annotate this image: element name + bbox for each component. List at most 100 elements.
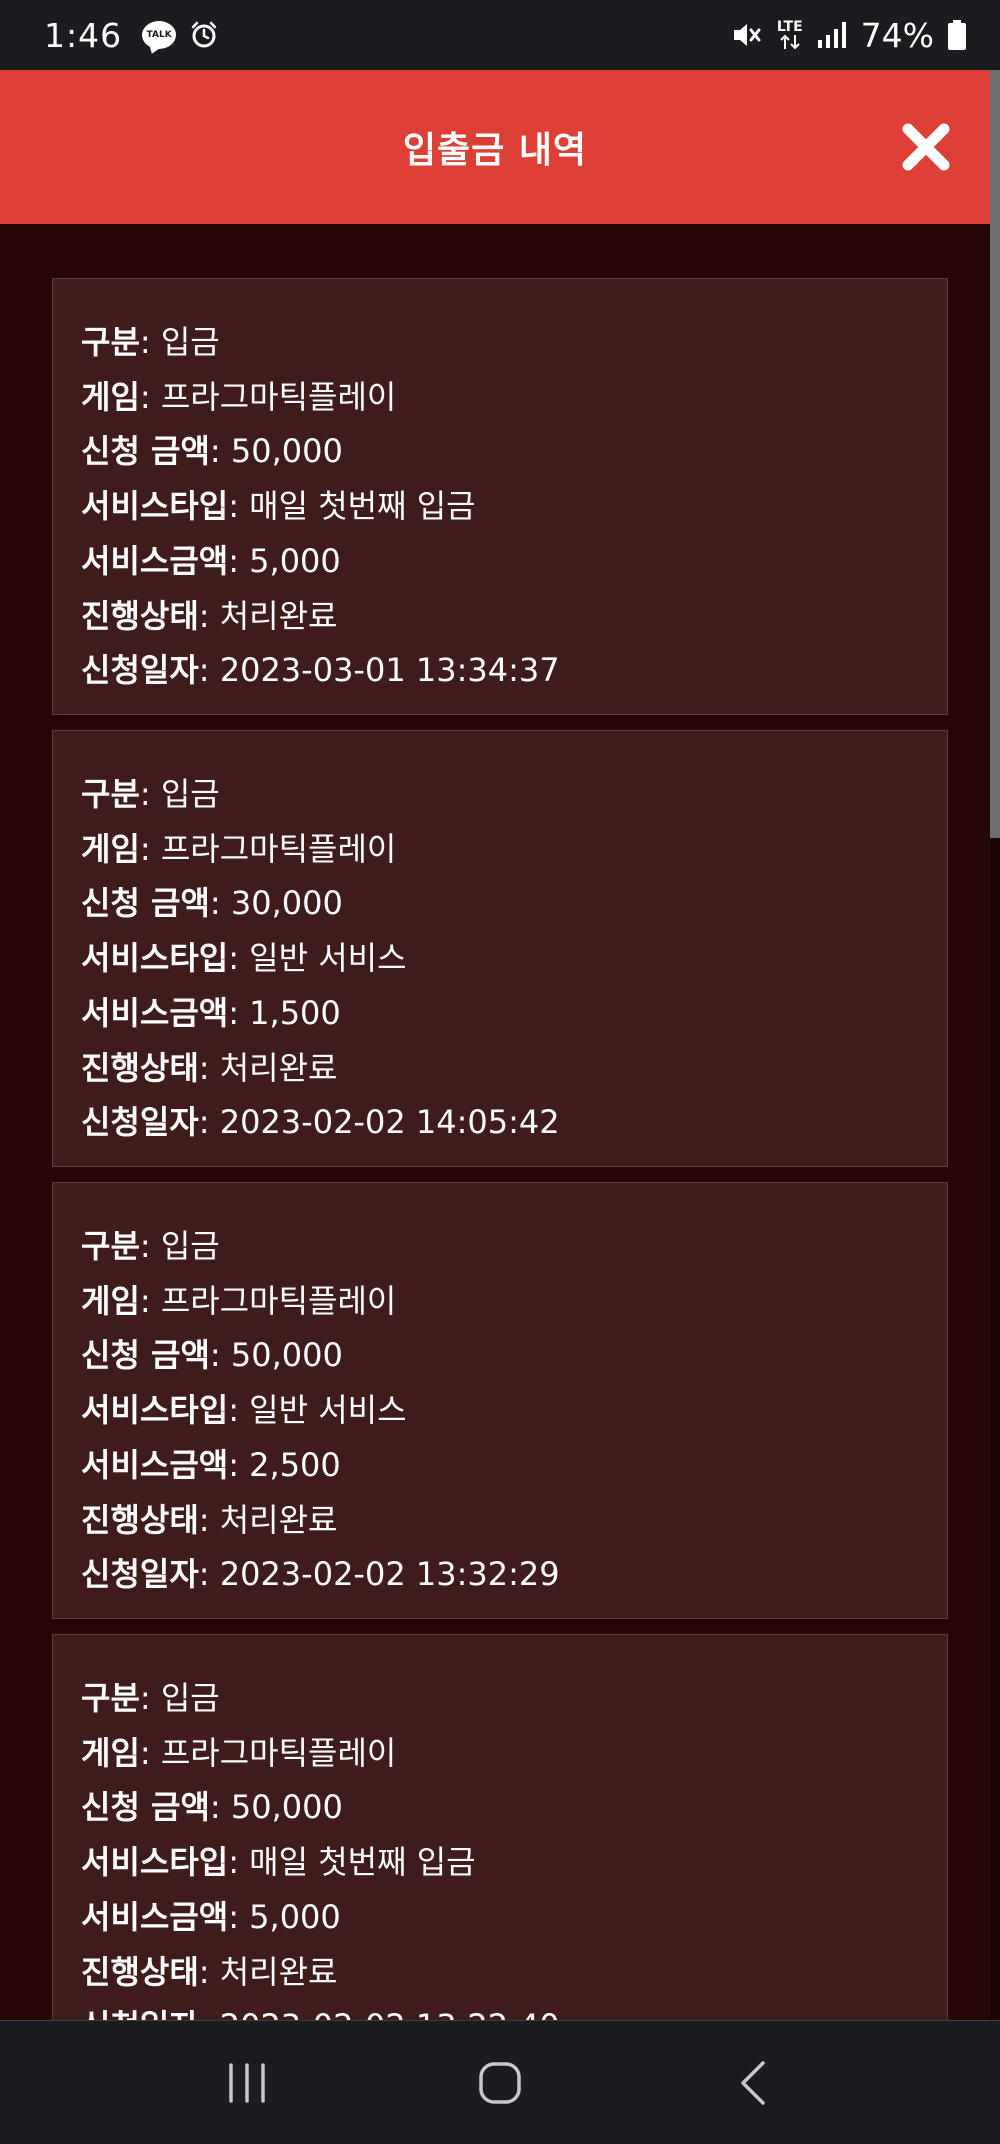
field-game: 게임: 프라그마틱플레이: [81, 1733, 397, 1772]
field-value: 50,000: [230, 1788, 343, 1827]
field-label: 신청 금액: [81, 432, 210, 471]
field-label: 신청 금액: [81, 1788, 210, 1827]
field-label: 신청일자: [81, 1555, 199, 1594]
field-value: 처리완료: [219, 1952, 338, 1991]
recent-apps-button[interactable]: [217, 2053, 277, 2113]
field-label: 게임: [81, 829, 140, 868]
field-label: 게임: [81, 1281, 140, 1320]
field-label: 서비스타입: [81, 1391, 229, 1430]
field-value: 2023-03-01 13:34:37: [219, 651, 560, 690]
field-value: 50,000: [230, 432, 343, 471]
field-date: 신청일자: 2023-02-02 13:32:29: [81, 1555, 560, 1594]
field-status: 진행상태: 처리완료: [81, 596, 338, 635]
field-label: 서비스타입: [81, 1843, 229, 1882]
mute-icon: [733, 24, 761, 46]
field-label: 진행상태: [81, 1048, 199, 1087]
field-value: 입금: [160, 1679, 220, 1717]
navigation-bar: [0, 2020, 1000, 2144]
field-type: 구분: 입금: [81, 1679, 220, 1717]
field-label: 진행상태: [81, 596, 199, 635]
field-value: 처리완료: [219, 1048, 338, 1087]
kakaotalk-notification-icon: TALK: [142, 21, 177, 49]
field-amount: 신청 금액: 50,000: [81, 1336, 343, 1375]
field-label: 구분: [81, 323, 140, 361]
field-value: 프라그마틱플레이: [160, 1281, 397, 1320]
field-value: 1,500: [249, 993, 341, 1032]
field-status: 진행상태: 처리완료: [81, 1500, 338, 1539]
field-amount: 신청 금액: 50,000: [81, 1788, 343, 1827]
field-label: 서비스금액: [81, 993, 229, 1032]
home-button[interactable]: [470, 2053, 530, 2113]
field-value: 2,500: [249, 1445, 341, 1484]
screen: 1:46 TALK LTE 74% 입출금 내역 구분: 입금 게임: 프라그마…: [0, 0, 1000, 2144]
field-label: 구분: [81, 1679, 140, 1717]
field-amount: 신청 금액: 50,000: [81, 432, 343, 471]
field-date: 신청일자: 2023-03-01 13:34:37: [81, 651, 560, 690]
field-amount: 신청 금액: 30,000: [81, 884, 343, 923]
app-header: 입출금 내역: [0, 70, 990, 224]
status-bar: 1:46 TALK LTE 74%: [0, 0, 1000, 70]
field-label: 신청일자: [81, 651, 199, 690]
scrollbar-thumb[interactable]: [990, 70, 1000, 838]
close-icon[interactable]: [898, 119, 954, 175]
field-label: 게임: [81, 377, 140, 416]
field-label: 구분: [81, 1227, 140, 1265]
field-value: 일반 서비스: [249, 1391, 407, 1430]
field-service-amount: 서비스금액: 5,000: [81, 541, 341, 580]
transaction-card: 구분: 입금 게임: 프라그마틱플레이 신청 금액: 30,000 서비스타입:…: [52, 730, 948, 1167]
field-type: 구분: 입금: [81, 775, 220, 813]
battery-percentage: 74%: [860, 15, 934, 55]
field-label: 신청일자: [81, 1103, 199, 1142]
field-label: 서비스금액: [81, 541, 229, 580]
field-value: 프라그마틱플레이: [160, 377, 397, 416]
alarm-icon: [191, 21, 217, 48]
field-service-amount: 서비스금액: 5,000: [81, 1897, 341, 1936]
transaction-card: 구분: 입금 게임: 프라그마틱플레이 신청 금액: 50,000 서비스타입:…: [52, 278, 948, 715]
field-label: 진행상태: [81, 1500, 199, 1539]
field-service-type: 서비스타입: 일반 서비스: [81, 939, 407, 978]
field-value: 프라그마틱플레이: [160, 1733, 397, 1772]
field-label: 서비스타입: [81, 939, 229, 978]
field-value: 처리완료: [219, 1500, 338, 1539]
field-value: 일반 서비스: [249, 939, 407, 978]
home-icon: [479, 2061, 521, 2104]
transaction-card: 구분: 입금 게임: 프라그마틱플레이 신청 금액: 50,000 서비스타입:…: [52, 1634, 948, 2071]
field-label: 진행상태: [81, 1952, 199, 1991]
field-value: 50,000: [230, 1336, 343, 1375]
field-value: 30,000: [230, 884, 343, 923]
recent-apps-icon: [228, 2062, 265, 2103]
field-label: 서비스타입: [81, 487, 229, 526]
battery-icon: [948, 20, 966, 50]
field-value: 처리완료: [219, 596, 338, 635]
data-arrows-icon: [780, 34, 800, 50]
field-date: 신청일자: 2023-02-02 14:05:42: [81, 1103, 560, 1142]
field-value: 5,000: [249, 1897, 341, 1936]
field-service-type: 서비스타입: 일반 서비스: [81, 1391, 407, 1430]
field-status: 진행상태: 처리완료: [81, 1952, 338, 1991]
field-game: 게임: 프라그마틱플레이: [81, 377, 397, 416]
field-service-type: 서비스타입: 매일 첫번째 입금: [81, 1843, 476, 1882]
transaction-card: 구분: 입금 게임: 프라그마틱플레이 신청 금액: 50,000 서비스타입:…: [52, 1182, 948, 1619]
field-value: 프라그마틱플레이: [160, 829, 397, 868]
status-time: 1:46: [44, 15, 123, 55]
field-value: 매일 첫번째 입금: [249, 1843, 476, 1882]
field-value: 매일 첫번째 입금: [249, 487, 476, 526]
field-label: 신청 금액: [81, 1336, 210, 1375]
field-label: 서비스금액: [81, 1897, 229, 1936]
field-game: 게임: 프라그마틱플레이: [81, 1281, 397, 1320]
field-service-amount: 서비스금액: 1,500: [81, 993, 341, 1032]
signal-strength-icon: [817, 22, 846, 48]
network-indicator: LTE: [777, 20, 803, 50]
field-label: 서비스금액: [81, 1445, 229, 1484]
field-value: 입금: [160, 1227, 220, 1265]
field-status: 진행상태: 처리완료: [81, 1048, 338, 1087]
status-bar-right: LTE 74%: [731, 16, 966, 55]
back-button[interactable]: [723, 2053, 783, 2113]
field-value: 입금: [160, 775, 220, 813]
transaction-history-list: 구분: 입금 게임: 프라그마틱플레이 신청 금액: 50,000 서비스타입:…: [52, 278, 948, 2086]
field-type: 구분: 입금: [81, 1227, 220, 1265]
page-title: 입출금 내역: [402, 130, 588, 171]
field-value: 5,000: [249, 541, 341, 580]
field-value: 입금: [160, 323, 220, 361]
lte-label: LTE: [776, 19, 803, 35]
